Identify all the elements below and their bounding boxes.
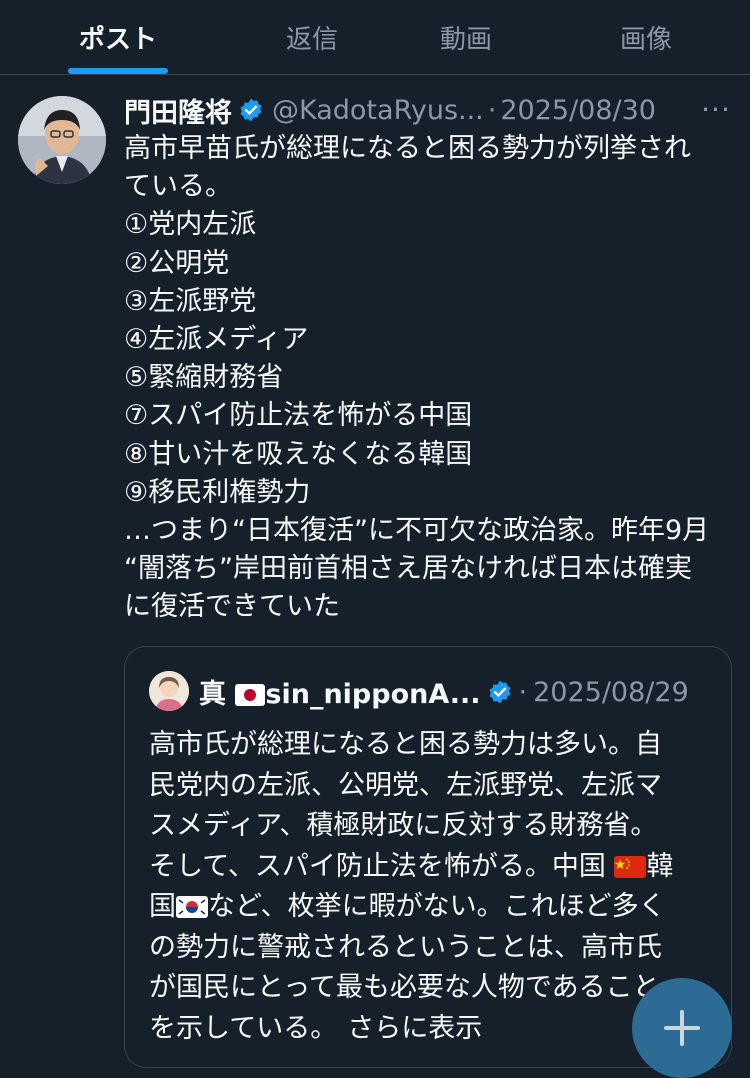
post-date[interactable]: 2025/08/30 — [500, 95, 656, 126]
verified-badge-icon — [487, 679, 513, 705]
quoted-text-line: の勢力に警戒されるということは、高市氏 — [149, 931, 662, 963]
quoted-post-header: 真 sin_nipponA... · 2025/08/29 — [199, 671, 689, 713]
separator-dot: · — [487, 94, 497, 126]
korea-flag-icon — [176, 890, 208, 931]
post-text: 高市早苗氏が総理になると困る勢力が列挙され ている。 ①党内左派 ②公明党 ③左… — [124, 130, 734, 626]
tab-posts[interactable]: ポスト — [40, 0, 196, 74]
tab-videos[interactable]: 動画 — [388, 0, 544, 74]
post-text-line: ①党内左派 — [124, 209, 257, 241]
china-flag-icon — [614, 850, 647, 891]
show-more-link[interactable]: さらに表示 — [347, 1013, 482, 1044]
japan-flag-icon — [235, 682, 266, 713]
author-handle[interactable]: @KadotaRyus... — [272, 95, 484, 126]
quoted-author-avatar[interactable] — [149, 671, 189, 711]
author-avatar[interactable] — [18, 96, 106, 184]
post-text-line: ⑧甘い汁を吸えなくなる韓国 — [124, 438, 473, 470]
post-text-line: ⑤緊縮財務省 — [124, 362, 284, 394]
tab-images[interactable]: 画像 — [568, 0, 724, 74]
post-text-line: ている。 — [124, 171, 232, 203]
post-text-line: ⑦スパイ防止法を怖がる中国 — [124, 400, 473, 432]
quoted-post-text: 高市氏が総理になると困る勢力は多い。自 民党内の左派、公明党、左派野党、左派マ … — [149, 725, 709, 1049]
quoted-author-name[interactable]: 真 sin_nipponA... — [199, 672, 481, 713]
post-text-line: 高市早苗氏が総理になると困る勢力が列挙され — [124, 133, 691, 164]
post-text-line: …つまり“日本復活”に不可欠な政治家。昨年9月 — [124, 514, 710, 546]
quoted-text-line: そして、スパイ防止法を怖がる。中国 韓 — [149, 847, 709, 888]
author-name[interactable]: 門田隆将 — [124, 91, 232, 130]
post-text-line: ②公明党 — [124, 247, 230, 279]
separator-dot: · — [518, 676, 528, 708]
quoted-text-line: が国民にとって最も必要な人物であること — [149, 972, 660, 1003]
profile-tabs: ポスト 返信 動画 画像 — [0, 0, 750, 75]
compose-button[interactable] — [632, 978, 732, 1078]
post-text-line: ④左派メディア — [124, 323, 309, 355]
quoted-post-date[interactable]: 2025/08/29 — [533, 677, 689, 708]
post-text-line: に復活できていた — [124, 591, 340, 623]
active-tab-indicator — [68, 68, 168, 74]
post-text-line: ⑨移民利権勢力 — [124, 476, 311, 508]
tab-replies[interactable]: 返信 — [234, 0, 390, 74]
quoted-text-line: 民党内の左派、公明党、左派野党、左派マ — [149, 769, 662, 801]
quoted-text-line: スメディア、積極財政に反対する財務省。 — [149, 810, 658, 841]
quoted-text-line: 国 など、枚挙に暇がない。これほど多く — [149, 887, 709, 928]
post-text-line: “闇落ち”岸田前首相さえ居なければ日本は確実 — [124, 553, 692, 585]
verified-badge-icon — [238, 97, 264, 123]
post-text-line: ③左派野党 — [124, 285, 257, 317]
compose-plus-icon — [662, 978, 702, 1052]
post-header: 門田隆将 @KadotaRyus... · 2025/08/30 — [124, 90, 734, 130]
quoted-text-line: 高市氏が総理になると困る勢力は多い。自 — [149, 729, 662, 760]
more-icon[interactable]: ··· — [696, 92, 736, 126]
